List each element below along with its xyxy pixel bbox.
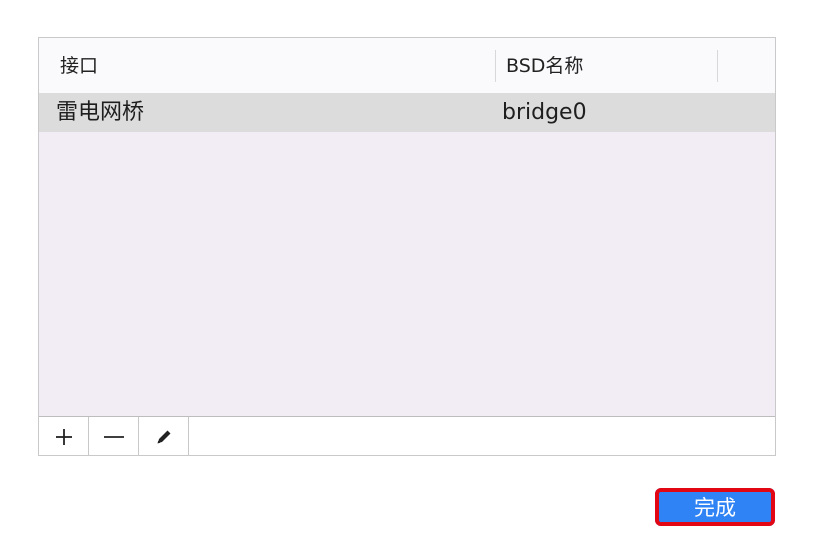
table-toolbar: [39, 416, 775, 455]
remove-button[interactable]: [89, 417, 139, 455]
table-body: 雷电网桥 bridge0: [39, 94, 775, 416]
pencil-icon: [157, 430, 170, 443]
cell-bsd-name: bridge0: [502, 100, 587, 125]
column-header-interface[interactable]: 接口: [60, 38, 98, 94]
edit-button[interactable]: [139, 417, 189, 455]
cell-interface: 雷电网桥: [56, 100, 145, 125]
column-divider[interactable]: [717, 50, 718, 82]
column-header-bsd-name[interactable]: BSD名称: [506, 38, 583, 94]
table-header: 接口 BSD名称: [39, 38, 775, 94]
minus-icon: [103, 435, 124, 438]
column-divider[interactable]: [495, 50, 496, 82]
table-row[interactable]: 雷电网桥 bridge0: [39, 94, 775, 132]
done-button[interactable]: 完成: [655, 488, 775, 526]
add-button[interactable]: [39, 417, 89, 455]
interfaces-table: 接口 BSD名称 雷电网桥 bridge0: [38, 37, 776, 456]
interfaces-sheet: 接口 BSD名称 雷电网桥 bridge0 完成: [0, 0, 814, 560]
plus-icon: [55, 428, 72, 445]
